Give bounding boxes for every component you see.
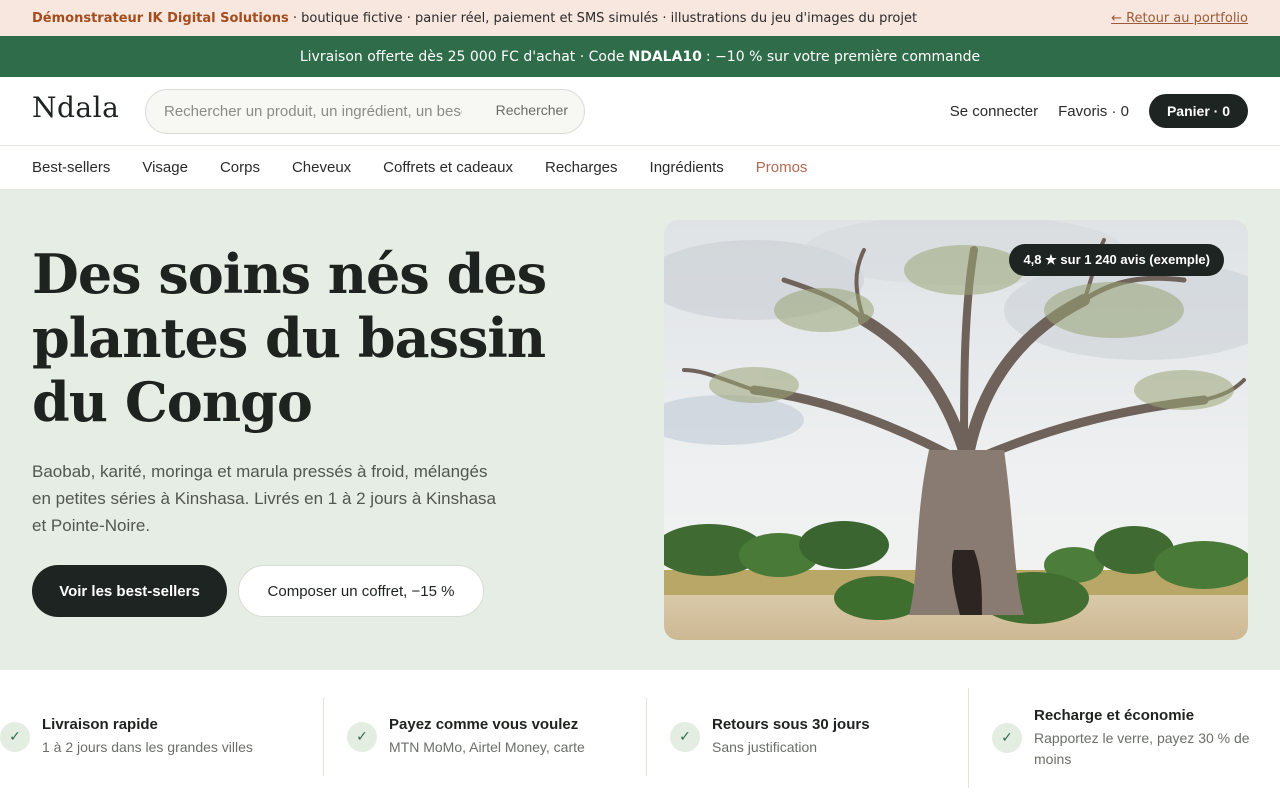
demo-brand: Démonstrateur IK Digital Solutions xyxy=(32,10,289,26)
feature-refill: ✓ Recharge et économie Rapportez le verr… xyxy=(968,688,1280,788)
divider xyxy=(646,698,647,776)
demo-description: · boutique fictive · panier réel, paieme… xyxy=(288,10,918,26)
nav-item-corps[interactable]: Corps xyxy=(220,159,260,176)
site-header: Ndala Rechercher Se connecter Favoris · … xyxy=(0,77,1280,146)
demo-notice-text: Démonstrateur IK Digital Solutions · bou… xyxy=(32,11,917,26)
features-strip: ✓ Livraison rapide 1 à 2 jours dans les … xyxy=(0,670,1280,800)
compose-coffret-button[interactable]: Composer un coffret, −15 % xyxy=(238,565,484,617)
feature-title: Recharge et économie xyxy=(1034,706,1195,724)
feature-returns: ✓ Retours sous 30 jours Sans justificati… xyxy=(646,698,968,776)
category-nav: Best-sellers Visage Corps Cheveux Coffre… xyxy=(0,146,1280,190)
feature-title: Payez comme vous voulez xyxy=(389,716,579,733)
check-icon: ✓ xyxy=(670,722,700,752)
promo-text-after: : −10 % sur votre première commande xyxy=(705,48,981,65)
feature-subtitle: MTN MoMo, Airtel Money, carte xyxy=(389,739,585,755)
feature-delivery: ✓ Livraison rapide 1 à 2 jours dans les … xyxy=(0,698,323,776)
nav-item-visage[interactable]: Visage xyxy=(142,159,188,176)
demo-notice-bar: Démonstrateur IK Digital Solutions · bou… xyxy=(0,0,1280,36)
promo-code: NDALA10 xyxy=(628,48,702,65)
baobab-illustration xyxy=(664,220,1248,640)
hero-subtitle: Baobab, karité, moringa et marula pressé… xyxy=(32,462,496,535)
rating-badge: 4,8 ★ sur 1 240 avis (exemple) xyxy=(1009,244,1224,276)
feature-subtitle: Rapportez le verre, payez 30 % de moins xyxy=(1034,729,1250,767)
feature-subtitle: Sans justification xyxy=(712,739,818,755)
divider xyxy=(323,698,324,776)
best-sellers-button[interactable]: Voir les best-sellers xyxy=(32,565,227,617)
check-icon: ✓ xyxy=(992,723,1022,753)
search-button[interactable]: Rechercher xyxy=(496,102,568,118)
logo[interactable]: Ndala xyxy=(32,91,119,124)
nav-item-promos[interactable]: Promos xyxy=(756,159,808,176)
feature-payment: ✓ Payez comme vous voulez MTN MoMo, Airt… xyxy=(323,698,646,776)
check-icon: ✓ xyxy=(0,722,30,752)
cart-button[interactable]: Panier · 0 xyxy=(1148,94,1248,128)
nav-item-best-sellers[interactable]: Best-sellers xyxy=(32,159,110,176)
feature-title: Retours sous 30 jours xyxy=(712,716,870,733)
search-bar: Rechercher xyxy=(145,89,585,134)
nav-item-coffrets[interactable]: Coffrets et cadeaux xyxy=(383,159,513,176)
feature-subtitle: 1 à 2 jours dans les grandes villes xyxy=(42,739,253,755)
promo-text-before: Livraison offerte dès 25 000 FC d'achat … xyxy=(299,48,625,65)
favorites-link[interactable]: Favoris · 0 xyxy=(1058,103,1129,120)
nav-item-cheveux[interactable]: Cheveux xyxy=(292,159,351,176)
nav-item-recharges[interactable]: Recharges xyxy=(545,159,618,176)
check-icon: ✓ xyxy=(347,722,377,752)
promo-banner: Livraison offerte dès 25 000 FC d'achat … xyxy=(0,36,1280,77)
search-input[interactable] xyxy=(164,103,462,120)
hero-section: Des soins nés des plantes du bassin du C… xyxy=(0,190,1280,670)
nav-item-ingredients[interactable]: Ingrédients xyxy=(650,159,724,176)
login-link[interactable]: Se connecter xyxy=(950,103,1038,120)
divider xyxy=(968,688,969,788)
feature-title: Livraison rapide xyxy=(42,716,158,733)
header-actions: Se connecter Favoris · 0 Panier · 0 xyxy=(950,94,1248,128)
back-to-portfolio-link[interactable]: ← Retour au portfolio xyxy=(1111,11,1248,26)
hero-title: Des soins nés des plantes du bassin du C… xyxy=(32,242,547,434)
hero-image-baobab: 4,8 ★ sur 1 240 avis (exemple) xyxy=(664,220,1248,640)
